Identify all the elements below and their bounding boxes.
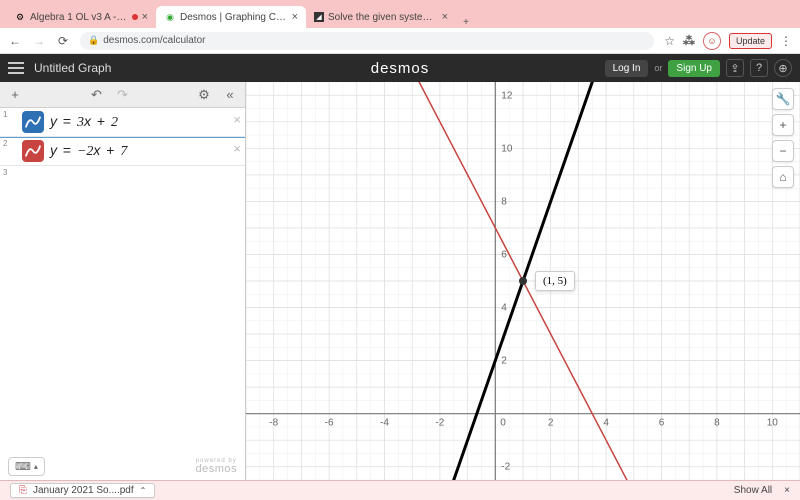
expression-index: 3: [0, 166, 22, 177]
expression-panel: + ↶ ↷ ⚙ « 1 y = 3x + 2 × 2 y = −: [0, 82, 246, 480]
tab-title: Algebra 1 OL v3 A -- Delli: [30, 12, 128, 23]
redo-button[interactable]: ↷: [114, 87, 132, 103]
star-icon[interactable]: ☆: [664, 34, 675, 48]
graph-title[interactable]: Untitled Graph: [34, 61, 111, 75]
svg-text:6: 6: [501, 249, 507, 260]
settings-icon[interactable]: ⚙: [195, 87, 213, 103]
delete-expression-icon[interactable]: ×: [233, 141, 241, 156]
browser-nav-bar: ← → ⟳ 🔒 desmos.com/calculator ☆ ⁂ ☺ Upda…: [0, 28, 800, 54]
add-expression-button[interactable]: +: [6, 87, 24, 102]
back-button[interactable]: ←: [8, 34, 22, 48]
expression-list: 1 y = 3x + 2 × 2 y = −2x + 7 × 3: [0, 108, 245, 452]
signup-button[interactable]: Sign Up: [668, 60, 720, 77]
tab-favicon: ⚙: [14, 11, 26, 23]
collapse-panel-icon[interactable]: «: [221, 87, 239, 102]
svg-text:6: 6: [659, 418, 665, 429]
expression-index: 2: [0, 137, 22, 148]
svg-text:2: 2: [501, 356, 507, 367]
download-filename: January 2021 So....pdf: [33, 485, 134, 496]
forward-button[interactable]: →: [32, 34, 46, 48]
login-button[interactable]: Log In: [605, 60, 649, 77]
zoom-out-button[interactable]: −: [772, 140, 794, 162]
close-icon[interactable]: ×: [142, 11, 148, 23]
chevron-up-icon[interactable]: ⌃: [140, 486, 147, 495]
svg-text:12: 12: [501, 90, 513, 101]
url-text: desmos.com/calculator: [103, 35, 205, 46]
or-text: or: [654, 63, 662, 73]
expression-row[interactable]: 2 y = −2x + 7 ×: [0, 137, 245, 166]
expression-color-icon[interactable]: [22, 111, 44, 133]
tab-title: Desmos | Graphing Calculator: [180, 12, 288, 23]
close-bar-icon[interactable]: ×: [784, 485, 790, 496]
show-all-button[interactable]: Show All: [734, 485, 772, 496]
hamburger-icon[interactable]: [8, 62, 24, 74]
language-icon[interactable]: ⊕: [774, 59, 792, 77]
browser-tab[interactable]: ⚙ Algebra 1 OL v3 A -- Delli ×: [6, 6, 156, 28]
close-icon[interactable]: ×: [442, 11, 448, 23]
home-button[interactable]: ⌂: [772, 166, 794, 188]
intersection-label: (1, 5): [535, 271, 575, 291]
browser-tab[interactable]: ◢ Solve the given system using y ×: [306, 6, 456, 28]
delete-expression-icon[interactable]: ×: [233, 112, 241, 127]
tab-favicon: ◉: [164, 11, 176, 23]
powered-by-desmos: powered by desmos: [195, 458, 237, 475]
expression-text[interactable]: y = 3x + 2: [50, 113, 118, 131]
expression-row-empty[interactable]: 3: [0, 166, 245, 195]
help-icon[interactable]: ?: [750, 59, 768, 77]
svg-text:4: 4: [501, 303, 507, 314]
update-button[interactable]: Update: [729, 33, 772, 49]
wrench-icon[interactable]: 🔧: [772, 88, 794, 110]
lock-icon: 🔒: [88, 35, 99, 46]
svg-text:4: 4: [603, 418, 609, 429]
close-icon[interactable]: ×: [292, 11, 298, 23]
expression-toolbar: + ↶ ↷ ⚙ «: [0, 82, 245, 108]
expression-color-icon[interactable]: [22, 140, 44, 162]
svg-text:-6: -6: [325, 418, 334, 429]
reload-button[interactable]: ⟳: [56, 34, 70, 48]
pdf-icon: ⎘: [19, 485, 27, 496]
undo-button[interactable]: ↶: [88, 87, 106, 103]
expression-row[interactable]: 1 y = 3x + 2 ×: [0, 108, 245, 137]
download-chip[interactable]: ⎘ January 2021 So....pdf ⌃: [10, 483, 155, 498]
browser-tab-active[interactable]: ◉ Desmos | Graphing Calculator ×: [156, 6, 306, 28]
svg-text:-2: -2: [501, 462, 510, 473]
keypad-toggle[interactable]: ⌨ ▴: [8, 457, 45, 476]
download-bar: ⎘ January 2021 So....pdf ⌃ Show All ×: [0, 480, 800, 500]
sidebar-footer: ⌨ ▴ powered by desmos: [0, 452, 245, 480]
zoom-controls: 🔧 + − ⌂: [772, 88, 794, 188]
desmos-logo: desmos: [371, 60, 430, 77]
kebab-menu-icon[interactable]: ⋮: [780, 34, 792, 48]
coordinate-plane: -8 -6 -4 -2 2 4 6 8 10 -2 2 4 6 8 10 12 0: [246, 82, 800, 480]
profile-avatar[interactable]: ☺: [703, 32, 721, 50]
tab-indicator-dot: [132, 14, 138, 20]
svg-text:-8: -8: [269, 418, 278, 429]
svg-text:10: 10: [501, 143, 513, 154]
expression-index: 1: [0, 108, 22, 119]
browser-tab-strip: ⚙ Algebra 1 OL v3 A -- Delli × ◉ Desmos …: [0, 0, 800, 28]
new-tab-button[interactable]: +: [456, 17, 476, 28]
share-icon[interactable]: ⇪: [726, 59, 744, 77]
svg-text:8: 8: [714, 418, 720, 429]
svg-text:0: 0: [500, 418, 506, 429]
svg-text:8: 8: [501, 196, 507, 207]
tab-favicon: ◢: [314, 12, 324, 22]
graph-canvas[interactable]: -8 -6 -4 -2 2 4 6 8 10 -2 2 4 6 8 10 12 0 (1, 5) 🔧 + − ⌂: [246, 82, 800, 480]
extensions-icon[interactable]: ⁂: [683, 34, 695, 48]
svg-text:-2: -2: [435, 418, 444, 429]
address-bar[interactable]: 🔒 desmos.com/calculator: [80, 32, 654, 50]
app-header: Untitled Graph desmos Log In or Sign Up …: [0, 54, 800, 82]
svg-text:-4: -4: [380, 418, 389, 429]
svg-text:2: 2: [548, 418, 554, 429]
zoom-in-button[interactable]: +: [772, 114, 794, 136]
svg-text:10: 10: [767, 418, 779, 429]
tab-title: Solve the given system using y: [328, 12, 438, 23]
main-area: + ↶ ↷ ⚙ « 1 y = 3x + 2 × 2 y = −: [0, 82, 800, 480]
expression-text[interactable]: y = −2x + 7: [50, 142, 127, 160]
